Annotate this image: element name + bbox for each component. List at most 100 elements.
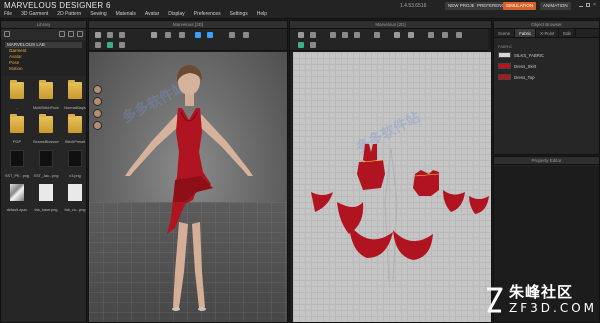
- trace-icon[interactable]: [456, 32, 462, 38]
- menu-3d-garment[interactable]: 3D Garment: [21, 11, 48, 19]
- segment-sewing-icon[interactable]: [394, 32, 400, 38]
- texture-icon[interactable]: [243, 32, 249, 38]
- menu-materials[interactable]: Materials: [116, 11, 136, 19]
- library-item[interactable]: fab_base.png: [33, 182, 59, 213]
- tack-icon[interactable]: [151, 32, 157, 38]
- library-item-caption: fab_base.png: [34, 208, 58, 212]
- rectangle-icon[interactable]: [342, 32, 348, 38]
- app-logo: MARVELOUS DESIGNER 6: [4, 1, 111, 10]
- folder-icon: [39, 114, 53, 133]
- grid-toggle-icon[interactable]: [298, 42, 304, 48]
- pin-icon[interactable]: [165, 32, 171, 38]
- camera-icon[interactable]: [95, 42, 101, 48]
- fabric-swatch: [498, 52, 511, 58]
- menu-sewing[interactable]: Sewing: [90, 11, 106, 19]
- library-item-caption: default.zpac: [6, 208, 28, 212]
- avatar-figure: [125, 65, 253, 311]
- menu-2d-pattern[interactable]: 2D Pattern: [57, 11, 81, 19]
- fabric-row[interactable]: Dress_Skirt: [498, 61, 595, 71]
- fabric-row[interactable]: Dress_Top: [498, 72, 595, 82]
- measure-2d-icon[interactable]: [310, 42, 316, 48]
- menu-settings[interactable]: Settings: [230, 11, 248, 19]
- library-item[interactable]: SST_Jac...png: [33, 148, 59, 179]
- edit-pattern-icon[interactable]: [310, 32, 316, 38]
- tab-fabric[interactable]: Fabric: [515, 29, 537, 37]
- view-2d-panel: Marvelous [2D] 多多软件站: [289, 20, 492, 323]
- transform-pattern-icon[interactable]: [298, 32, 304, 38]
- add-folder-icon[interactable]: [4, 31, 10, 37]
- watermark-domain: ZF3D.COM: [509, 301, 597, 315]
- fabric-list-header: FABRIC: [498, 44, 513, 49]
- library-item-caption: ..: [15, 106, 19, 110]
- library-item[interactable]: default.zpac: [4, 182, 30, 213]
- window-controls: ×: [579, 3, 597, 8]
- thumbnail-view-icon[interactable]: [59, 31, 65, 37]
- library-item-caption: fab_co...png: [64, 208, 86, 212]
- maximize-icon[interactable]: [586, 3, 590, 7]
- main-menu: File 3D Garment 2D Pattern Sewing Materi…: [4, 11, 267, 19]
- tree-item-motion[interactable]: Motion: [5, 66, 82, 72]
- tab-x-point[interactable]: X-Point: [536, 29, 560, 37]
- animation-button[interactable]: ANIMATION: [540, 2, 571, 10]
- library-item-caption: SeamsBlossoms: [33, 140, 59, 144]
- view-3d-title: Marvelous [3D]: [89, 21, 287, 29]
- polygon-icon[interactable]: [330, 32, 336, 38]
- avatar-display-icon[interactable]: [207, 32, 213, 38]
- menu-avatar[interactable]: Avatar: [145, 11, 159, 19]
- menu-bar: MARVELOUS DESIGNER 6 File 3D Garment 2D …: [0, 0, 600, 19]
- pattern-pieces: [311, 144, 489, 283]
- free-sewing-icon[interactable]: [408, 32, 414, 38]
- garment-display-icon[interactable]: [229, 32, 235, 38]
- library-item-caption: PGP: [12, 140, 22, 144]
- menu-file[interactable]: File: [4, 11, 12, 19]
- fabric-name: Dress_Top: [514, 74, 535, 80]
- minimize-icon[interactable]: [579, 6, 583, 7]
- library-item[interactable]: MultiStitchPocke: [33, 80, 59, 111]
- library-toolbar: [1, 29, 86, 40]
- watermark-site-name: 朱峰社区: [509, 284, 574, 301]
- object-browser-tabs: Scene Fabric X-Point Edit: [494, 29, 599, 38]
- fabric-row[interactable]: SILKS_FABRIC: [498, 50, 595, 60]
- move-icon[interactable]: [107, 32, 113, 38]
- circle-icon[interactable]: [354, 32, 360, 38]
- list-view-icon[interactable]: [68, 31, 74, 37]
- view-2d-title: Marvelous [2D]: [290, 21, 491, 29]
- refresh-icon[interactable]: [77, 31, 83, 37]
- fitting-suit-icon[interactable]: [195, 32, 201, 38]
- tab-edit[interactable]: Edit: [559, 29, 576, 37]
- folder-icon: [68, 80, 82, 99]
- library-item[interactable]: SST_PK...png: [4, 148, 30, 179]
- folder-icon: [10, 114, 24, 133]
- view-3d-toolbar: [89, 29, 287, 51]
- stress-map-icon[interactable]: [119, 42, 125, 48]
- view-3d-panel: Marvelous [3D] 多多软件站: [88, 20, 288, 323]
- library-item[interactable]: NormalMaps: [62, 80, 88, 111]
- simulation-button[interactable]: SIMULATION: [503, 2, 537, 10]
- library-tree: MARVELOUS LAB Garment Avatar Pose Motion: [1, 40, 86, 76]
- menu-help[interactable]: Help: [257, 11, 267, 19]
- library-item[interactable]: PGP: [4, 114, 30, 145]
- library-item[interactable]: x3.png: [62, 148, 88, 179]
- internal-line-icon[interactable]: [374, 32, 380, 38]
- viewport-2d[interactable]: 多多软件站: [293, 52, 491, 322]
- library-item[interactable]: ..: [4, 80, 30, 111]
- library-panel: Library MARVELOUS LAB Garment Avatar Pos…: [0, 20, 87, 323]
- image-thumbnail-icon: [10, 150, 24, 167]
- document-thumbnail-icon: [68, 184, 82, 201]
- select-mesh-icon[interactable]: [95, 32, 101, 38]
- library-item[interactable]: fab_co...png: [62, 182, 88, 213]
- library-item[interactable]: StitchPreset: [62, 114, 88, 145]
- library-item[interactable]: SeamsBlossoms: [33, 114, 59, 145]
- strain-map-icon[interactable]: [107, 42, 113, 48]
- texture-edit-icon[interactable]: [428, 32, 434, 38]
- library-grid: .. MultiStitchPocke NormalMaps PGP Seams…: [1, 76, 86, 217]
- menu-preferences[interactable]: Preferences: [194, 11, 221, 19]
- viewport-3d[interactable]: 多多软件站: [89, 52, 287, 322]
- fold-icon[interactable]: [119, 32, 125, 38]
- folder-icon: [68, 114, 82, 133]
- graphic-icon[interactable]: [442, 32, 448, 38]
- measure-icon[interactable]: [179, 32, 185, 38]
- menu-display[interactable]: Display: [168, 11, 184, 19]
- tab-scene[interactable]: Scene: [494, 29, 516, 37]
- close-icon[interactable]: ×: [593, 3, 597, 8]
